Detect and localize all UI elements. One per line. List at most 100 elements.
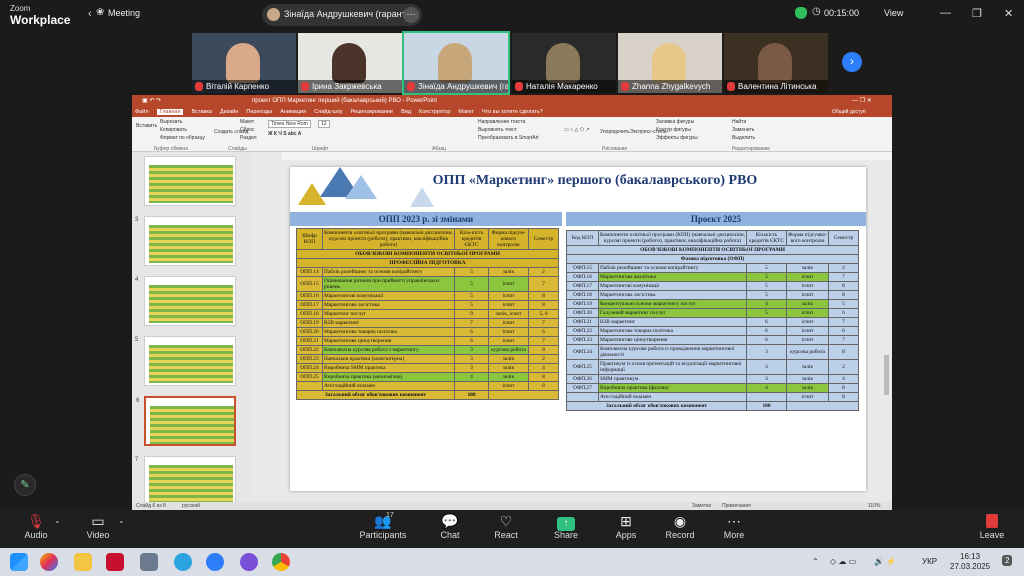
- notifications-badge[interactable]: 2: [1002, 555, 1013, 566]
- replace-button[interactable]: Заменить: [732, 127, 754, 133]
- text-direction-button[interactable]: Направление текста: [478, 119, 525, 125]
- meeting-tab[interactable]: Meeting: [108, 8, 140, 18]
- slide-thumbnail[interactable]: [144, 156, 236, 206]
- zoom-level[interactable]: 110%: [868, 503, 880, 509]
- find-button[interactable]: Найти: [732, 119, 746, 125]
- select-button[interactable]: Выделить: [732, 135, 755, 141]
- participant-tile[interactable]: Валентина Літинська: [724, 33, 828, 93]
- cell-sem: 8: [528, 381, 559, 391]
- presenter-more-button[interactable]: ⋯: [403, 7, 419, 23]
- ppt-tab[interactable]: Что вы хотите сделать?: [482, 109, 543, 115]
- section-row: ПРОФЕСІЙНА ПІДГОТОВКА: [296, 258, 559, 268]
- cell-form: іспит: [488, 381, 529, 391]
- record-button[interactable]: ◉ Record: [650, 510, 710, 548]
- shapes-gallery[interactable]: ▭ ○ △ ⬠ ↗: [564, 127, 590, 133]
- tray-chevron-icon[interactable]: ⌃: [812, 557, 819, 566]
- ppt-tab[interactable]: Анимация: [280, 109, 306, 115]
- cell-code: ОФП.21: [566, 317, 599, 327]
- shape-fill-button[interactable]: Заливка фигуры: [656, 119, 694, 125]
- cell-sem: 8: [528, 300, 559, 310]
- zoom-icon[interactable]: [206, 553, 224, 571]
- slide-thumbnail[interactable]: 6: [136, 396, 236, 446]
- cut-button[interactable]: Вырезать: [160, 119, 182, 125]
- next-page-arrow-icon[interactable]: ›: [842, 52, 862, 72]
- comments-button[interactable]: Примечания: [722, 503, 751, 509]
- windows-start-icon[interactable]: [10, 553, 28, 571]
- paste-button[interactable]: Вставить: [136, 123, 157, 129]
- acrobat-icon[interactable]: [106, 553, 124, 571]
- ppt-tab[interactable]: Конструктор: [419, 109, 450, 115]
- video-options-chevron-icon[interactable]: ⌃: [118, 520, 125, 529]
- ppt-tab[interactable]: Вид: [401, 109, 411, 115]
- share-access-button[interactable]: Общий доступ: [832, 109, 866, 115]
- audio-options-chevron-icon[interactable]: ⌃: [54, 520, 61, 529]
- ppt-tab[interactable]: Переходы: [246, 109, 272, 115]
- notes-button[interactable]: Заметки: [692, 503, 711, 509]
- audio-button[interactable]: 🎙 Audio: [6, 510, 66, 548]
- app-icon[interactable]: [140, 553, 158, 571]
- copilot-icon[interactable]: [40, 553, 58, 571]
- chat-button[interactable]: 💬 Chat: [420, 510, 480, 548]
- restore-icon[interactable]: ❐: [972, 7, 982, 20]
- share-label: Share: [553, 530, 579, 540]
- participant-tile[interactable]: Віталій Карпенко: [192, 33, 296, 93]
- viber-icon[interactable]: [240, 553, 258, 571]
- shape-effects-button[interactable]: Эффекты фигуры: [656, 135, 698, 141]
- shape-outline-button[interactable]: Контур фигуры: [656, 127, 691, 133]
- slide-thumbnail[interactable]: 7: [135, 456, 236, 506]
- font-family-select[interactable]: Times New Rom: [268, 120, 311, 128]
- chrome-icon[interactable]: [272, 553, 290, 571]
- tray-icons[interactable]: ◇ ☁ ▭: [830, 557, 856, 566]
- arrange-button[interactable]: Упорядочить: [600, 129, 630, 135]
- decor-triangle: [345, 175, 377, 199]
- ppt-tab[interactable]: Файл: [135, 109, 149, 115]
- align-text-button[interactable]: Выровнять текст: [478, 127, 517, 133]
- vertical-scrollbar[interactable]: [884, 355, 889, 395]
- reset-button[interactable]: Сброс: [240, 127, 255, 133]
- slide-thumbnail[interactable]: 3: [135, 216, 236, 266]
- cell-name: Оцінювання ризиків при прийнятті управлі…: [322, 276, 455, 292]
- layout-button[interactable]: Макет: [240, 119, 254, 125]
- participant-tile[interactable]: Зінаїда Андрушкевич (га...: [402, 31, 510, 95]
- more-button[interactable]: ⋯ More: [704, 510, 764, 548]
- annotate-pen-icon[interactable]: ✎: [14, 474, 36, 496]
- leave-button[interactable]: Leave: [962, 510, 1022, 548]
- react-button[interactable]: ♡ React: [476, 510, 536, 548]
- participant-tile[interactable]: Наталія Макаренко: [512, 33, 616, 93]
- ppt-tab[interactable]: Вставка: [191, 109, 211, 115]
- chevron-left-icon[interactable]: ‹: [88, 8, 92, 20]
- share-button[interactable]: ↑ Share: [536, 510, 596, 548]
- ppt-tab[interactable]: Главная: [156, 109, 184, 115]
- save-icon[interactable]: ▣ ↶ ↷: [142, 97, 161, 104]
- section-button[interactable]: Раздел: [240, 135, 257, 141]
- view-menu[interactable]: View: [884, 8, 903, 18]
- font-format-icons[interactable]: Ж К Ч S abc A: [268, 131, 301, 137]
- slide-thumbnail[interactable]: 5: [135, 336, 236, 386]
- slide-thumbnail[interactable]: 4: [135, 276, 236, 326]
- ppt-tab[interactable]: Макет: [458, 109, 474, 115]
- ppt-tab[interactable]: Слайд-шоу: [314, 109, 343, 115]
- cell-sem: 7: [528, 276, 559, 292]
- window-controls-icon[interactable]: — ❐ ✕: [852, 97, 872, 104]
- format-painter-button[interactable]: Формат по образцу: [160, 135, 205, 141]
- minimize-icon[interactable]: —: [940, 7, 951, 19]
- copy-button[interactable]: Копировать: [160, 127, 187, 133]
- presenter-indicator[interactable]: Зінаїда Андрушкевич (гарант С ⋯: [262, 4, 422, 26]
- participant-tile[interactable]: Ірина Закржевська: [298, 33, 402, 93]
- clock[interactable]: 16:13 27.03.2025: [950, 552, 990, 572]
- apps-button[interactable]: ⊞ Apps: [596, 510, 656, 548]
- telegram-icon[interactable]: [174, 553, 192, 571]
- security-shield-icon[interactable]: [795, 7, 807, 19]
- file-explorer-icon[interactable]: [74, 553, 92, 571]
- tray-system-icons[interactable]: 🔊 ⚡: [874, 557, 896, 566]
- close-icon[interactable]: ✕: [1004, 7, 1013, 20]
- input-language[interactable]: УКР: [922, 557, 937, 566]
- cell-credits: 9: [454, 309, 489, 319]
- video-button[interactable]: ▭ Video: [68, 510, 128, 548]
- font-size-select[interactable]: 12: [318, 120, 330, 128]
- smartart-button[interactable]: Преобразовать в SmartArt: [478, 135, 539, 141]
- ppt-tab[interactable]: Дизайн: [220, 109, 239, 115]
- participant-tile[interactable]: Zhanna Zhygalkevych: [618, 33, 722, 93]
- participants-button[interactable]: 👥 17 Participants: [348, 510, 418, 548]
- ppt-tab[interactable]: Рецензирование: [351, 109, 393, 115]
